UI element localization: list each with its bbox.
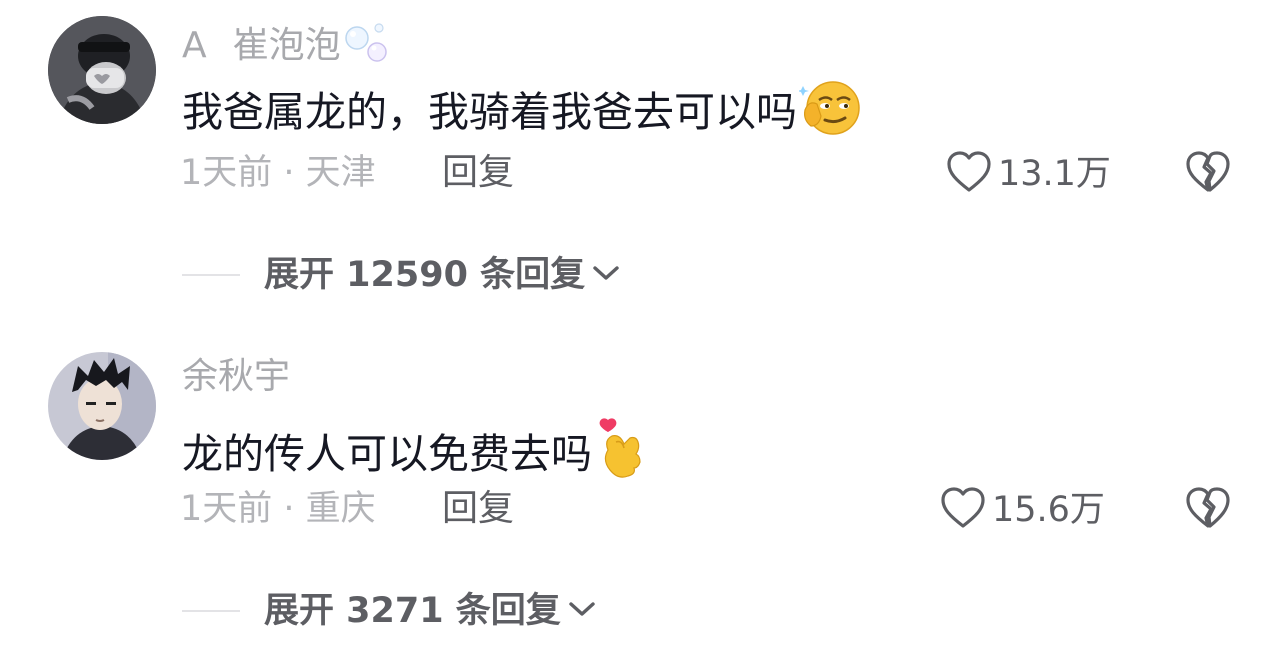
avatar[interactable] [48, 16, 156, 124]
comment-meta: 1天前 · 重庆 [180, 489, 376, 529]
comment-body: 我爸属龙的，我骑着我爸去可以吗 [182, 88, 797, 136]
avatar-image [48, 16, 156, 124]
heart-icon [940, 486, 986, 534]
comment-text: 龙的传人可以免费去吗 [182, 416, 648, 489]
reply-button[interactable]: 回复 [442, 152, 514, 194]
comment-username[interactable]: 余秋宇 [182, 356, 290, 398]
like-count: 13.1万 [998, 154, 1111, 194]
comment-username[interactable]: A 崔泡泡 [182, 20, 389, 74]
username-text: 崔泡泡 [232, 25, 341, 66]
chevron-down-icon [567, 598, 597, 624]
expand-replies-button[interactable]: 展开 12590 条回复 [182, 254, 621, 296]
comment-item: A 崔泡泡 我爸属龙的，我骑着我爸去可以吗 1天前 · 天津 回复 13.1万 … [0, 0, 1284, 320]
dislike-button[interactable] [1184, 150, 1232, 198]
username-initial: A [182, 25, 207, 66]
avatar[interactable] [48, 352, 156, 460]
heart-icon [946, 150, 992, 198]
broken-heart-icon [1184, 487, 1232, 534]
like-button[interactable]: 13.1万 [946, 150, 1111, 198]
expand-replies-label: 展开 3271 条回复 [264, 591, 561, 631]
chevron-down-icon [591, 262, 621, 288]
expand-divider [182, 274, 240, 276]
comment-body: 龙的传人可以免费去吗 [182, 430, 592, 478]
reply-button[interactable]: 回复 [442, 488, 514, 530]
comment-meta: 1天前 · 天津 [180, 153, 376, 193]
expand-replies-label: 展开 12590 条回复 [264, 255, 586, 295]
dislike-button[interactable] [1184, 486, 1232, 534]
expand-divider [182, 610, 240, 612]
smirking-face-icon [797, 80, 861, 147]
avatar-image [48, 352, 156, 460]
bubbles-icon [343, 20, 389, 74]
like-count: 15.6万 [992, 490, 1105, 530]
comment-text: 我爸属龙的，我骑着我爸去可以吗 [182, 80, 861, 147]
finger-heart-icon [594, 416, 648, 489]
expand-replies-button[interactable]: 展开 3271 条回复 [182, 590, 597, 632]
like-button[interactable]: 15.6万 [940, 486, 1105, 534]
comment-item: 余秋宇 龙的传人可以免费去吗 1天前 · 重庆 回复 15.6万 展开 3271… [0, 340, 1284, 649]
broken-heart-icon [1184, 151, 1232, 198]
